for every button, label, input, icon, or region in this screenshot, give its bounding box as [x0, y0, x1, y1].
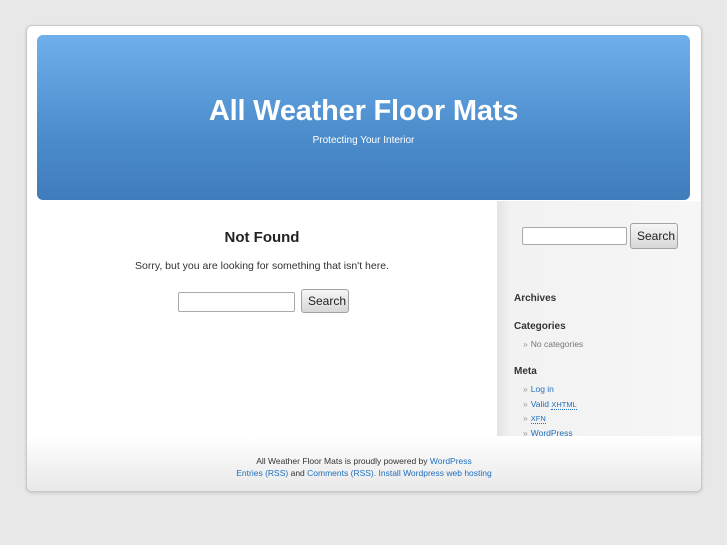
footer-line-2: Entries (RSS) and Comments (RSS). Instal…	[27, 468, 701, 478]
footer-powered-text: All Weather Floor Mats is proudly powere…	[256, 456, 428, 466]
footer-wordpress-link[interactable]: WordPress	[430, 456, 472, 466]
valid-xhtml-link[interactable]: Valid XHTML	[530, 398, 577, 410]
main-search-button[interactable]: Search	[301, 289, 349, 313]
xhtml-abbr: XHTML	[551, 399, 577, 410]
bullet: »	[523, 384, 528, 394]
xfn-abbr: XFN	[530, 414, 546, 424]
list-item: » Log in	[523, 382, 577, 397]
comments-rss-link[interactable]: Comments (RSS).	[307, 468, 376, 478]
site-footer: All Weather Floor Mats is proudly powere…	[27, 436, 701, 491]
meta-heading: Meta	[514, 366, 537, 377]
site-title[interactable]: All Weather Floor Mats	[37, 95, 690, 128]
main-search-input[interactable]	[178, 292, 295, 312]
entries-rss-link[interactable]: Entries (RSS)	[236, 468, 288, 478]
archives-heading: Archives	[514, 293, 557, 304]
list-item: » Valid XHTML	[523, 397, 577, 412]
meta-list: » Log in » Valid XHTML » XFN » WordPress	[523, 382, 577, 440]
list-item: » No categories	[523, 337, 583, 352]
bullet: »	[523, 413, 528, 423]
xfn-link[interactable]: XFN	[530, 413, 546, 424]
not-found-message: Sorry, but you are looking for something…	[135, 260, 389, 272]
sidebar: Search Archives Categories » No categorie…	[497, 201, 701, 438]
not-found-heading: Not Found	[224, 229, 300, 246]
bullet: »	[523, 339, 528, 349]
categories-list: » No categories	[523, 337, 583, 352]
site-header: All Weather Floor Mats Protecting Your I…	[37, 35, 690, 200]
hosting-link[interactable]: Install Wordpress web hosting	[379, 468, 492, 478]
footer-line-1: All Weather Floor Mats is proudly powere…	[27, 456, 701, 466]
sidebar-search-button[interactable]: Search	[630, 223, 678, 249]
login-link[interactable]: Log in	[531, 384, 554, 394]
footer-and-text: and	[290, 468, 305, 478]
bullet: »	[523, 398, 528, 409]
categories-heading: Categories	[514, 321, 566, 332]
page-container: All Weather Floor Mats Protecting Your I…	[26, 25, 702, 492]
sidebar-search-input[interactable]	[522, 227, 627, 245]
no-categories-text: No categories	[530, 339, 584, 349]
list-item: » XFN	[523, 411, 577, 426]
main-content: Not Found Sorry, but you are looking for…	[27, 201, 497, 436]
site-description: Protecting Your Interior	[312, 135, 415, 146]
valid-label: Valid	[530, 398, 550, 409]
